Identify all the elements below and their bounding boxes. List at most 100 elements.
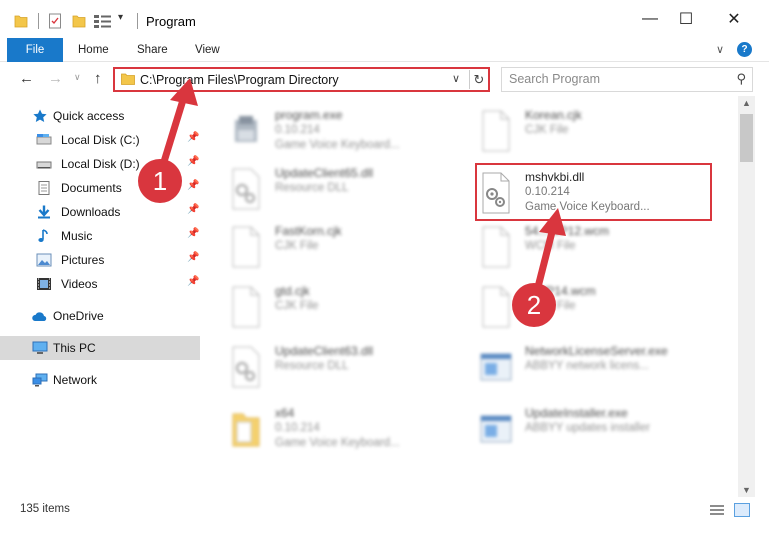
close-button[interactable]: ✕ — [711, 0, 757, 38]
file-name: 54...WP12.wcm — [525, 224, 610, 238]
file-name: gtd.cjk — [275, 284, 310, 298]
sidebar-item-downloads[interactable]: Downloads 📌 — [0, 200, 200, 224]
view-icon[interactable] — [93, 12, 113, 30]
sidebar-item-music[interactable]: Music 📌 — [0, 224, 200, 248]
sidebar-item-local-disk-c[interactable]: Local Disk (C:) 📌 — [0, 128, 200, 152]
file-name: UpdateClient63.dll — [275, 344, 374, 358]
file-name: NetworkLicenseServer.exe — [525, 344, 668, 358]
drive-icon — [36, 161, 52, 169]
file-item[interactable]: Korean.cjk CJK File — [455, 104, 695, 156]
highlight-box — [475, 163, 712, 221]
back-button[interactable]: ← — [19, 70, 34, 87]
sidebar-item-label: This PC — [53, 341, 96, 355]
scroll-up-icon[interactable]: ▲ — [742, 98, 751, 108]
tab-view[interactable]: View — [195, 38, 220, 62]
file-item[interactable]: x64 0.10.214 Game Voice Keyboard... — [205, 402, 445, 454]
pin-icon[interactable]: 📌 — [187, 204, 199, 215]
picture-icon — [36, 253, 52, 267]
file-description: ABBYY updates installer — [525, 422, 651, 434]
file-type: CJK File — [275, 240, 319, 252]
annotation-marker-1: 1 — [138, 159, 182, 203]
download-icon — [38, 205, 50, 219]
file-item[interactable]: 54...WP12.wcm WCM File — [455, 220, 695, 272]
search-box[interactable]: ⚲ — [501, 67, 753, 92]
pin-icon[interactable]: 📌 — [187, 132, 199, 143]
search-icon[interactable]: ⚲ — [736, 71, 746, 87]
large-icons-view-icon[interactable] — [734, 503, 750, 517]
address-path[interactable]: C:\Program Files\Program Directory — [140, 73, 339, 87]
properties-icon[interactable] — [48, 12, 62, 30]
file-list: program.exe 0.10.214 Game Voice Keyboard… — [205, 96, 738, 497]
file-version: 0.10.214 — [275, 124, 320, 136]
folder-icon — [232, 413, 260, 447]
app-icon — [480, 353, 512, 381]
expand-ribbon-icon[interactable]: ∨ — [716, 43, 724, 56]
tab-home[interactable]: Home — [78, 38, 109, 62]
drive-icon — [36, 134, 52, 145]
sidebar-item-label: Downloads — [61, 205, 121, 219]
music-icon — [38, 229, 48, 242]
tab-share[interactable]: Share — [137, 38, 168, 62]
annotation-marker-2: 2 — [512, 283, 556, 327]
refresh-button[interactable]: ↻ — [469, 70, 488, 89]
file-type: Resource DLL — [275, 360, 349, 372]
document-icon — [38, 181, 50, 195]
file-name: program.exe — [275, 108, 343, 122]
file-item[interactable]: UpdateInstaller.exe ABBYY updates instal… — [455, 402, 695, 454]
up-button[interactable]: ↑ — [94, 70, 102, 87]
file-item[interactable]: FastKorn.cjk CJK File — [205, 220, 445, 272]
recent-locations-icon[interactable]: ∨ — [74, 72, 81, 83]
folder-icon[interactable] — [14, 12, 28, 30]
tab-file[interactable]: File — [7, 38, 63, 62]
new-folder-icon[interactable] — [72, 12, 86, 30]
sidebar-item-network[interactable]: Network — [0, 368, 200, 392]
sidebar-item-label: OneDrive — [53, 309, 104, 323]
pin-icon[interactable]: 📌 — [187, 156, 199, 167]
file-version: 0.10.214 — [275, 422, 320, 434]
pin-icon[interactable]: 📌 — [187, 180, 199, 191]
file-name: x64 — [275, 406, 295, 420]
help-icon[interactable]: ? — [737, 42, 752, 57]
sidebar-item-onedrive[interactable]: OneDrive — [0, 304, 200, 328]
file-item[interactable]: UpdateClient63.dll Resource DLL — [205, 340, 445, 392]
file-type: CJK File — [275, 300, 319, 312]
pin-icon[interactable]: 📌 — [187, 276, 199, 287]
file-description: ABBYY network licens... — [525, 360, 649, 372]
file-type: WCM File — [525, 240, 576, 252]
search-input[interactable] — [502, 68, 722, 90]
scroll-down-icon[interactable]: ▼ — [742, 485, 751, 495]
file-name: UpdateInstaller.exe — [525, 406, 628, 420]
address-bar[interactable]: C:\Program Files\Program Directory ∨ ↻ — [113, 67, 490, 92]
file-item[interactable]: ...WP14.wcm WCM File — [455, 280, 695, 332]
sidebar-item-quick-access[interactable]: Quick access — [0, 104, 200, 128]
star-icon — [33, 109, 47, 122]
pin-icon[interactable]: 📌 — [187, 252, 199, 263]
file-description: Game Voice Keyboard... — [275, 437, 400, 449]
dll-icon — [232, 168, 260, 210]
sidebar-item-label: Videos — [61, 277, 98, 291]
file-icon — [482, 286, 510, 328]
file-item[interactable]: UpdateClient65.dll Resource DLL — [205, 162, 445, 214]
sidebar-item-label: Music — [61, 229, 93, 243]
sidebar-item-label: Quick access — [53, 109, 125, 123]
address-dropdown-icon[interactable]: ∨ — [452, 72, 460, 85]
vertical-scrollbar[interactable]: ▲ ▼ — [738, 96, 755, 497]
forward-button[interactable]: → — [48, 70, 63, 87]
toolbar-separator — [38, 13, 39, 29]
file-item[interactable]: NetworkLicenseServer.exe ABBYY network l… — [455, 340, 695, 392]
customize-toolbar-dropdown-icon[interactable]: ▾ — [118, 12, 128, 30]
computer-icon — [32, 341, 48, 354]
details-view-icon[interactable] — [709, 504, 725, 516]
file-explorer-window: ▾ Program — ☐ ✕ File Home Share View ∨ ?… — [0, 0, 769, 537]
sidebar-item-videos[interactable]: Videos 📌 — [0, 272, 200, 296]
scroll-thumb[interactable] — [740, 114, 753, 162]
file-item[interactable]: gtd.cjk CJK File — [205, 280, 445, 332]
maximize-button[interactable]: ☐ — [663, 0, 709, 38]
file-description: Game Voice Keyboard... — [275, 139, 400, 151]
file-item[interactable]: program.exe 0.10.214 Game Voice Keyboard… — [205, 104, 445, 156]
sidebar-item-this-pc[interactable]: This PC — [0, 336, 200, 360]
ribbon-tabs: File Home Share View ∨ ? — [0, 38, 769, 62]
sidebar-item-pictures[interactable]: Pictures 📌 — [0, 248, 200, 272]
file-type: Resource DLL — [275, 182, 349, 194]
pin-icon[interactable]: 📌 — [187, 228, 199, 239]
